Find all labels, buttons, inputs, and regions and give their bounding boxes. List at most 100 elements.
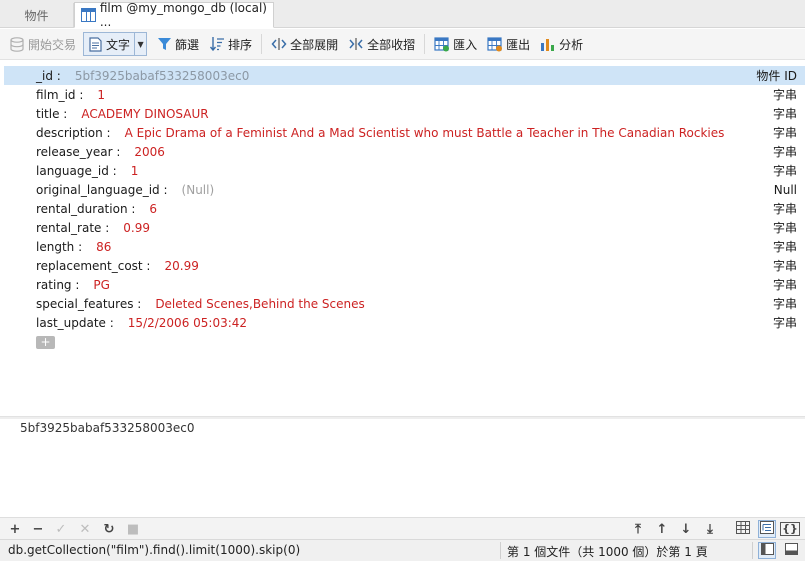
refresh-button[interactable]: ↻ <box>100 520 118 538</box>
field-type: 字串 <box>772 107 797 121</box>
status-divider <box>752 542 753 559</box>
import-button[interactable]: 匯入 <box>431 32 480 56</box>
minus-icon: − <box>32 521 44 537</box>
field-row[interactable]: description : A Epic Drama of a Feminist … <box>4 123 805 142</box>
grid-view-button[interactable] <box>734 520 752 538</box>
filter-button[interactable]: 篩選 <box>153 32 202 56</box>
begin-transaction-button[interactable]: 開始交易 <box>6 32 79 56</box>
field-row[interactable]: rental_duration : 6 字串 <box>4 199 805 218</box>
field-value[interactable]: 5bf3925babaf533258003ec0 <box>75 69 250 83</box>
field-value[interactable]: PG <box>93 278 110 292</box>
field-row[interactable]: special_features : Deleted Scenes,Behind … <box>4 294 805 313</box>
field-key: replacement_cost : <box>36 258 151 273</box>
field-value[interactable]: 0.99 <box>123 221 150 235</box>
export-label: 匯出 <box>506 37 531 52</box>
import-icon <box>434 36 450 52</box>
field-type: 字串 <box>772 240 797 254</box>
field-row[interactable]: film_id : 1 字串 <box>4 85 805 104</box>
json-icon: {} <box>780 522 800 536</box>
view-dropdown-button[interactable]: ▼ <box>135 32 148 56</box>
tree-view-button[interactable] <box>758 520 776 538</box>
toggle-bottom-pane-button[interactable] <box>782 542 800 559</box>
field-row[interactable]: original_language_id : (Null) Null <box>4 180 805 199</box>
field-row[interactable]: title : ACADEMY DINOSAUR 字串 <box>4 104 805 123</box>
stop-button[interactable]: ■ <box>124 520 142 538</box>
field-type: 字串 <box>772 259 797 273</box>
panel-bottom-icon <box>784 543 798 558</box>
first-icon: ⤒ <box>635 521 641 537</box>
arrow-down-icon: ↓ <box>680 521 692 537</box>
toolbar-divider <box>424 34 426 54</box>
field-type: 字串 <box>772 316 797 330</box>
toggle-left-pane-button[interactable] <box>758 542 776 559</box>
field-type: 字串 <box>772 278 797 292</box>
field-value[interactable]: 20.99 <box>164 259 198 273</box>
last-record-button[interactable]: ⤓ <box>701 520 719 538</box>
status-divider <box>500 542 501 559</box>
field-key: rental_duration : <box>36 201 136 216</box>
field-type: 字串 <box>772 145 797 159</box>
field-value[interactable]: 86 <box>96 240 111 254</box>
field-row[interactable]: length : 86 字串 <box>4 237 805 256</box>
field-value[interactable]: A Epic Drama of a Feminist And a Mad Sci… <box>125 126 725 140</box>
tab-film-collection[interactable]: film @my_mongo_db (local) ... <box>74 1 274 29</box>
query-text: db.getCollection("film").find().limit(10… <box>8 543 301 557</box>
field-value[interactable]: 2006 <box>134 145 165 159</box>
table-icon <box>81 8 96 22</box>
add-record-button[interactable]: + <box>6 520 24 538</box>
tab-objects[interactable]: 物件 <box>0 3 74 28</box>
sort-button[interactable]: 排序 <box>206 32 255 56</box>
field-value[interactable]: (Null) <box>182 183 215 197</box>
field-value[interactable]: 1 <box>131 164 139 178</box>
field-value[interactable]: 15/2/2006 05:03:42 <box>128 316 247 330</box>
status-bar: db.getCollection("film").find().limit(10… <box>0 539 805 561</box>
document-icon <box>87 36 103 52</box>
field-row[interactable]: language_id : 1 字串 <box>4 161 805 180</box>
field-value[interactable]: Deleted Scenes,Behind the Scenes <box>155 297 364 311</box>
field-key: last_update : <box>36 315 114 330</box>
tab-film-label: film @my_mongo_db (local) ... <box>99 1 267 29</box>
text-view-button[interactable]: 文字 <box>83 32 136 56</box>
sort-label: 排序 <box>228 37 253 52</box>
check-icon: ✓ <box>55 521 67 537</box>
field-row[interactable]: rental_rate : 0.99 字串 <box>4 218 805 237</box>
apply-changes-button[interactable]: ✓ <box>52 520 70 538</box>
json-view-button[interactable]: {} <box>780 520 800 538</box>
add-field-button[interactable]: + <box>36 336 55 349</box>
next-record-button[interactable]: ↓ <box>677 520 695 538</box>
collapse-icon <box>348 36 364 52</box>
export-button[interactable]: 匯出 <box>484 32 533 56</box>
field-key: _id : <box>36 68 61 83</box>
field-row-selected[interactable]: _id : 5bf3925babaf533258003ec0 物件 ID <box>4 66 805 85</box>
collapse-all-button[interactable]: 全部收摺 <box>345 32 418 56</box>
value-preview: 5bf3925babaf533258003ec0 <box>20 421 195 435</box>
field-row[interactable]: replacement_cost : 20.99 字串 <box>4 256 805 275</box>
panel-left-icon <box>760 543 774 558</box>
pane-splitter[interactable] <box>0 416 805 419</box>
field-key: length : <box>36 239 83 254</box>
tree-view-icon <box>760 520 774 538</box>
previous-record-button[interactable]: ↑ <box>653 520 671 538</box>
field-value[interactable]: ACADEMY DINOSAUR <box>81 107 208 121</box>
field-type: 字串 <box>772 126 797 140</box>
first-record-button[interactable]: ⤒ <box>629 520 647 538</box>
field-key: film_id : <box>36 87 84 102</box>
expand-all-button[interactable]: 全部展開 <box>268 32 341 56</box>
filter-label: 篩選 <box>175 37 200 52</box>
field-row[interactable]: last_update : 15/2/2006 05:03:42 字串 <box>4 313 805 332</box>
sort-icon <box>209 36 225 52</box>
analyze-button[interactable]: 分析 <box>537 32 586 56</box>
delete-record-button[interactable]: − <box>29 520 47 538</box>
bottom-toolbar: + − ✓ ✕ ↻ ■ ⤒ ↑ ↓ ⤓ {} <box>0 517 805 539</box>
last-icon: ⤓ <box>707 521 713 537</box>
field-row[interactable]: rating : PG 字串 <box>4 275 805 294</box>
expand-icon <box>271 36 287 52</box>
field-value[interactable]: 6 <box>149 202 157 216</box>
app-window: 物件 film @my_mongo_db (local) ... 開始交易 文字… <box>0 0 805 561</box>
field-row[interactable]: release_year : 2006 字串 <box>4 142 805 161</box>
field-value[interactable]: 1 <box>97 88 105 102</box>
discard-changes-button[interactable]: ✕ <box>76 520 94 538</box>
grid-icon <box>736 520 750 538</box>
import-label: 匯入 <box>453 37 478 52</box>
begin-transaction-label: 開始交易 <box>28 37 77 52</box>
